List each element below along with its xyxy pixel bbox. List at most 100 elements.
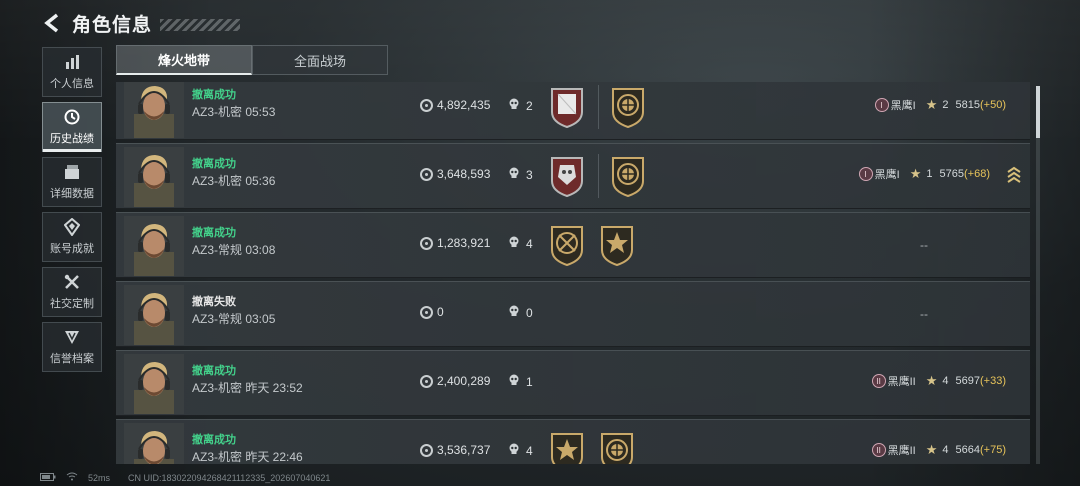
skull-icon xyxy=(508,374,520,389)
battery-icon xyxy=(40,472,56,483)
sidebar-item-label: 历史战绩 xyxy=(50,133,94,145)
medal-divider xyxy=(598,154,599,198)
operator-avatar xyxy=(124,82,184,138)
match-record-row[interactable]: 撤离成功 AZ3-机密 昨天 23:52 2,400,289 1 II 黑鹰II ★ 4 569… xyxy=(116,350,1030,416)
medal-group xyxy=(548,215,648,275)
extraction-status: 撤离成功 xyxy=(192,89,236,101)
match-record-row[interactable]: 撤离失败 AZ3-常规 03:05 0 0 -- xyxy=(116,281,1030,347)
loot-value: 4,892,435 xyxy=(437,98,491,112)
sidebar-item-label: 账号成就 xyxy=(50,243,94,255)
ping-readout: 52ms xyxy=(88,472,111,483)
achievement-icon xyxy=(62,218,82,236)
sidebar-item-social-custom[interactable]: 社交定制 xyxy=(42,267,102,317)
medal-gold-emblem-icon[interactable] xyxy=(598,431,636,464)
loot-value-group: 2,400,289 xyxy=(420,374,490,388)
tab-hazard-zone[interactable]: 烽火地带 xyxy=(116,45,252,75)
star-icon: ★ xyxy=(909,166,922,181)
kill-count-group: 4 xyxy=(508,443,533,458)
rank-name: 黑鹰I xyxy=(890,100,916,112)
extraction-status: 撤离成功 xyxy=(192,227,236,239)
scrollbar[interactable] xyxy=(1036,86,1040,464)
medal-group xyxy=(548,82,659,137)
promotion-chevron-icon xyxy=(1006,166,1022,191)
map-and-time: AZ3-常规 03:08 xyxy=(192,243,276,257)
map-and-time: AZ3-常规 03:05 xyxy=(192,312,276,326)
map-and-time: AZ3-机密 昨天 23:52 xyxy=(192,381,303,395)
loot-value-group: 3,648,593 xyxy=(420,167,490,181)
medal-gold-star-burst-icon[interactable] xyxy=(548,431,586,464)
medal-group xyxy=(548,146,659,206)
tools-icon xyxy=(62,273,82,291)
folder-icon xyxy=(62,163,82,181)
rank-badge-icon: II xyxy=(871,374,886,388)
match-record-row[interactable]: 撤离成功 AZ3-机密 05:36 3,648,593 3 I 黑鹰I ★ 1 5765 (+68… xyxy=(116,143,1030,209)
medal-divider xyxy=(598,85,599,129)
loot-value: 2,400,289 xyxy=(437,374,491,388)
rank-group: II 黑鹰II ★ 4 5697 (+33) xyxy=(871,373,1006,389)
map-and-time: AZ3-机密 05:53 xyxy=(192,105,276,119)
operator-avatar xyxy=(124,147,184,207)
skull-icon xyxy=(508,443,520,458)
kill-count: 3 xyxy=(526,167,533,182)
medal-gold-emblem-icon[interactable] xyxy=(609,86,647,129)
scroll-thumb[interactable] xyxy=(1036,86,1040,138)
rank-name: 黑鹰II xyxy=(887,445,916,457)
sidebar-item-personal-info[interactable]: 个人信息 xyxy=(42,47,102,97)
coin-icon xyxy=(420,167,433,181)
medal-gold-emblem-icon[interactable] xyxy=(609,155,647,198)
page-title: 角色信息 xyxy=(72,14,153,36)
rank-score: 5815 xyxy=(955,99,980,111)
medal-gold-star-icon[interactable] xyxy=(598,224,636,267)
operator-avatar xyxy=(124,354,184,414)
sidebar-item-label: 个人信息 xyxy=(50,78,94,90)
rank-empty: -- xyxy=(920,307,928,321)
rank-score: 5697 xyxy=(955,375,980,387)
back-button[interactable] xyxy=(40,9,64,37)
page-header: 角色信息 xyxy=(40,8,241,38)
loot-value: 3,648,593 xyxy=(437,167,491,181)
kill-count: 4 xyxy=(526,236,533,251)
coin-icon xyxy=(420,443,433,457)
skull-icon xyxy=(508,98,520,113)
tab-full-battlefield[interactable]: 全面战场 xyxy=(252,45,388,75)
coin-icon xyxy=(420,98,433,112)
match-record-row[interactable]: 撤离成功 AZ3-常规 03:08 1,283,921 4 -- xyxy=(116,212,1030,278)
coin-icon xyxy=(420,236,433,250)
back-arrow-icon xyxy=(44,13,59,33)
kill-count-group: 2 xyxy=(508,98,533,113)
sidebar-item-history[interactable]: 历史战绩 xyxy=(42,102,102,152)
score-gain: (+33) xyxy=(980,375,1006,387)
kill-count: 2 xyxy=(526,98,533,113)
rank-name: 黑鹰I xyxy=(874,169,900,181)
kill-count: 0 xyxy=(526,305,533,320)
operator-avatar xyxy=(124,423,184,464)
loot-value: 0 xyxy=(437,305,444,319)
extraction-status: 撤离成功 xyxy=(192,158,236,170)
sidebar-item-achievements[interactable]: 账号成就 xyxy=(42,212,102,262)
loot-value-group: 1,283,921 xyxy=(420,236,490,250)
match-history-list: 撤离成功 AZ3-机密 05:53 4,892,435 2 I 黑鹰I ★ 2 5815 (+50… xyxy=(116,82,1032,464)
history-icon xyxy=(62,108,82,126)
sidebar-item-detailed-data[interactable]: 详细数据 xyxy=(42,157,102,207)
sidebar-item-label: 详细数据 xyxy=(50,188,94,200)
match-record-row[interactable]: 撤离成功 AZ3-机密 昨天 22:46 3,536,737 4 II 黑鹰II ★ 4 566… xyxy=(116,419,1030,464)
kill-count-group: 1 xyxy=(508,374,533,389)
operator-avatar xyxy=(124,285,184,345)
shield-icon xyxy=(62,328,82,346)
medal-gold-crossed-icon[interactable] xyxy=(548,224,586,267)
rank-score: 5765 xyxy=(939,168,964,180)
sidebar-item-reputation[interactable]: 信誉档案 xyxy=(42,322,102,372)
medal-plate-red-skull-icon[interactable] xyxy=(548,155,586,198)
rank-badge-icon: I xyxy=(874,98,889,112)
rank-score: 5664 xyxy=(955,444,980,456)
coin-icon xyxy=(420,305,433,319)
coin-icon xyxy=(420,374,433,388)
medal-plate-red-icon[interactable] xyxy=(548,86,586,129)
skull-icon xyxy=(508,167,520,182)
star-icon: ★ xyxy=(925,97,938,112)
status-footer: 52ms CN UID:18302209426842111233​5_20260… xyxy=(40,472,340,483)
score-gain: (+68) xyxy=(964,168,990,180)
rank-empty: -- xyxy=(920,238,928,252)
match-record-row[interactable]: 撤离成功 AZ3-机密 05:53 4,892,435 2 I 黑鹰I ★ 2 5815 (+50… xyxy=(116,82,1030,140)
rank-name: 黑鹰II xyxy=(887,376,916,388)
